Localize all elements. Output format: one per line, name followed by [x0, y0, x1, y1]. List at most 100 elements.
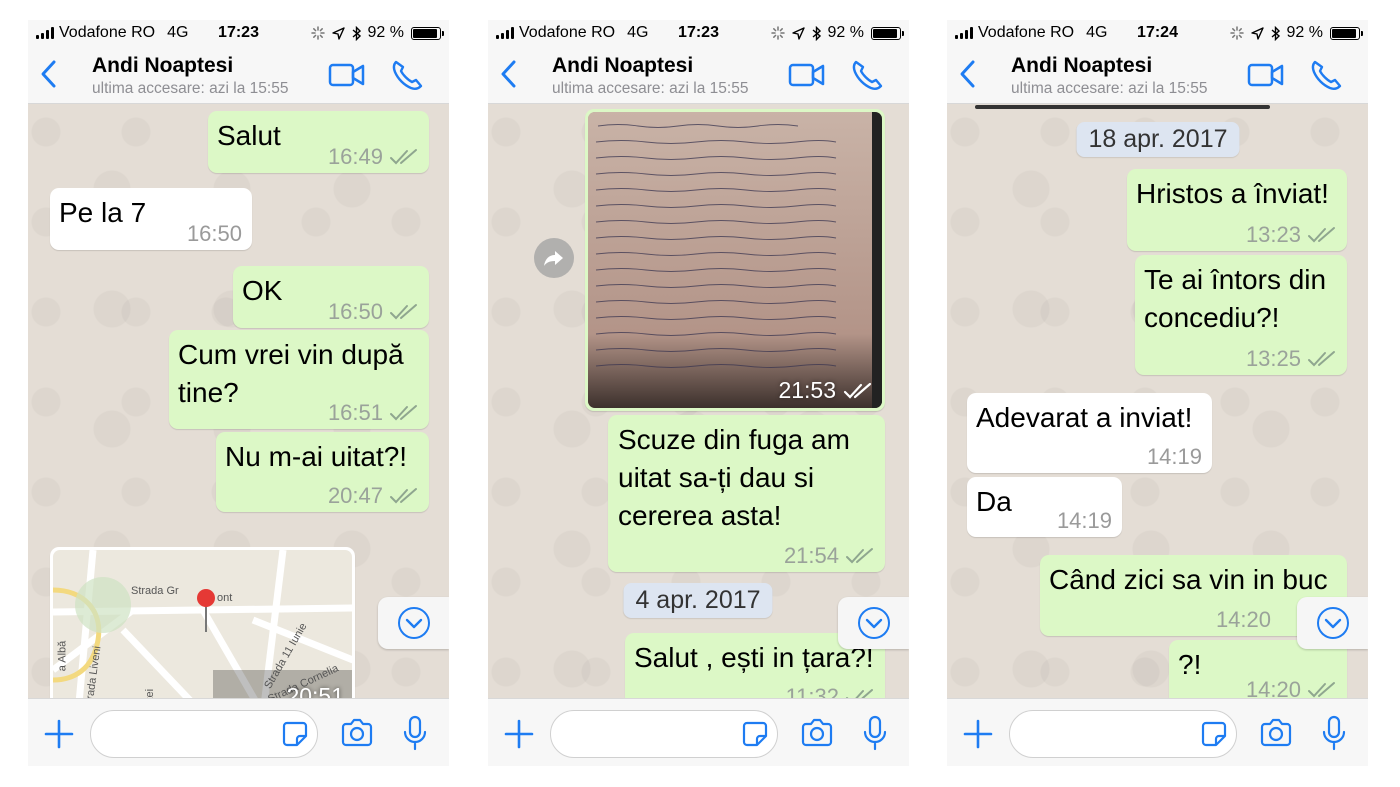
battery-icon	[1330, 26, 1363, 40]
message-text: Hristos a înviat!	[1136, 178, 1329, 209]
double-tick-icon	[1308, 682, 1335, 698]
date-separator: 18 apr. 2017	[1076, 122, 1240, 157]
image-message[interactable]: 21:53	[585, 109, 885, 411]
message-bubble[interactable]: OK 16:50	[233, 266, 429, 328]
sticker-icon[interactable]	[742, 721, 768, 747]
chat-header: Andi Noaptesi ultima accesare: azi la 15…	[947, 46, 1368, 104]
plus-icon[interactable]	[961, 717, 995, 751]
status-bar: Vodafone RO 4G 17:24 92 %	[947, 20, 1368, 46]
camera-icon[interactable]	[800, 717, 834, 749]
video-camera-icon[interactable]	[787, 56, 827, 94]
chevron-left-icon[interactable]	[953, 54, 983, 94]
message-text: OK	[242, 275, 283, 306]
phone-icon[interactable]	[1306, 56, 1346, 94]
double-tick-icon	[846, 548, 873, 564]
message-bubble[interactable]: Nu m-ai uitat?! 20:47	[216, 432, 429, 512]
message-bubble[interactable]: Salut 16:49	[208, 111, 429, 173]
clock: 17:24	[1137, 24, 1178, 41]
double-tick-icon	[390, 488, 417, 504]
double-tick-icon	[390, 149, 417, 165]
plus-icon[interactable]	[42, 717, 76, 751]
message-time: 16:49	[327, 144, 383, 169]
sticker-icon[interactable]	[282, 721, 308, 747]
carrier-label: Vodafone RO	[519, 24, 616, 41]
message-time: 21:54	[783, 543, 839, 568]
camera-icon[interactable]	[340, 717, 374, 749]
chat-screen-1: Vodafone RO 4G 17:23 92 % Andi Noaptesi …	[28, 20, 449, 766]
message-text: Scuze din fuga am uitat sa-ți dau si cer…	[618, 424, 850, 531]
message-bubble[interactable]: Scuze din fuga am uitat sa-ți dau si cer…	[608, 415, 885, 572]
battery-icon	[871, 26, 904, 40]
forward-button[interactable]	[534, 238, 574, 278]
signal-icon	[955, 27, 973, 39]
map-street-label: ont	[217, 592, 233, 604]
location-arrow-icon	[1250, 26, 1264, 40]
message-time: 11:32	[785, 684, 839, 699]
location-map-message[interactable]: Strada Gr ont a Albă Strada Liveni Strad…	[50, 547, 355, 698]
message-text: Te ai întors din concediu?!	[1144, 264, 1327, 333]
message-time: 14:20	[1245, 677, 1301, 699]
date-separator: 4 apr. 2017	[623, 583, 773, 618]
double-tick-icon	[390, 405, 417, 421]
message-time: 20:51	[286, 683, 344, 698]
double-tick-icon	[1308, 351, 1335, 367]
battery-level-fill	[413, 28, 437, 38]
message-time: 14:20	[1215, 607, 1271, 632]
message-text: Salut , ești in țara?!	[634, 642, 874, 673]
message-text: Da	[976, 486, 1012, 517]
plus-icon[interactable]	[502, 717, 536, 751]
message-bubble[interactable]: Pe la 7 16:50	[50, 188, 252, 250]
last-seen: ultima accesare: azi la 15:55	[92, 80, 289, 97]
message-bubble[interactable]: Te ai întors din concediu?! 13:25	[1135, 255, 1347, 375]
chat-area[interactable]: 21:53 Scuze din fuga am uitat sa-ți dau …	[488, 105, 909, 698]
map-street-label: a Albă	[56, 640, 69, 672]
message-bubble[interactable]: Adevarat a inviat! 14:19	[967, 393, 1212, 473]
message-time: 13:25	[1245, 346, 1301, 371]
activity-icon	[770, 26, 785, 40]
activity-icon	[1229, 26, 1244, 40]
phone-icon[interactable]	[847, 56, 887, 94]
scroll-down-button[interactable]	[838, 597, 909, 649]
camera-icon[interactable]	[1259, 717, 1293, 749]
bluetooth-icon	[352, 25, 361, 41]
handwritten-document-photo: 21:53	[588, 112, 882, 408]
phone-icon[interactable]	[387, 56, 427, 94]
previous-message-edge	[975, 105, 1270, 109]
microphone-icon[interactable]	[1319, 715, 1349, 751]
chat-screen-3: Vodafone RO 4G 17:24 92 % Andi Noaptesi …	[947, 20, 1368, 766]
video-camera-icon[interactable]	[1246, 56, 1286, 94]
contact-name[interactable]: Andi Noaptesi	[1011, 54, 1152, 78]
activity-icon	[310, 26, 325, 40]
chevron-left-icon[interactable]	[494, 54, 524, 94]
message-bubble[interactable]: Da 14:19	[967, 477, 1122, 537]
message-text: Pe la 7	[59, 197, 147, 228]
message-time: 14:19	[1056, 508, 1112, 533]
message-input-bar	[947, 698, 1368, 766]
contact-name[interactable]: Andi Noaptesi	[552, 54, 693, 78]
chat-area[interactable]: 18 apr. 2017 Hristos a înviat! 13:23 Te …	[947, 105, 1368, 698]
battery-level-fill	[1332, 28, 1356, 38]
message-text: Adevarat a inviat!	[976, 402, 1193, 433]
last-seen: ultima accesare: azi la 15:55	[1011, 80, 1208, 97]
contact-name[interactable]: Andi Noaptesi	[92, 54, 233, 78]
message-bubble[interactable]: Hristos a înviat! 13:23	[1127, 169, 1347, 251]
message-time: 20:47	[327, 483, 383, 508]
sticker-icon[interactable]	[1201, 721, 1227, 747]
chevron-down-circle-icon	[1316, 607, 1349, 639]
bluetooth-icon	[812, 25, 821, 41]
chat-area[interactable]: Salut 16:49 Pe la 7 16:50 OK 16:50 Cum v…	[28, 105, 449, 698]
double-tick-icon	[390, 304, 417, 320]
network-label: 4G	[167, 24, 189, 41]
microphone-icon[interactable]	[860, 715, 890, 751]
scroll-down-button[interactable]	[378, 597, 449, 649]
map-street-label: iței	[144, 688, 157, 698]
signal-icon	[36, 27, 54, 39]
video-camera-icon[interactable]	[327, 56, 367, 94]
map-thumbnail: Strada Gr ont a Albă Strada Liveni Strad…	[53, 550, 352, 698]
scroll-down-button[interactable]	[1297, 597, 1368, 649]
microphone-icon[interactable]	[400, 715, 430, 751]
message-bubble[interactable]: Cum vrei vin după tine? 16:51	[169, 330, 429, 429]
message-text: Nu m-ai uitat?!	[225, 441, 408, 472]
chevron-left-icon[interactable]	[34, 54, 64, 94]
double-tick-icon	[843, 382, 872, 399]
